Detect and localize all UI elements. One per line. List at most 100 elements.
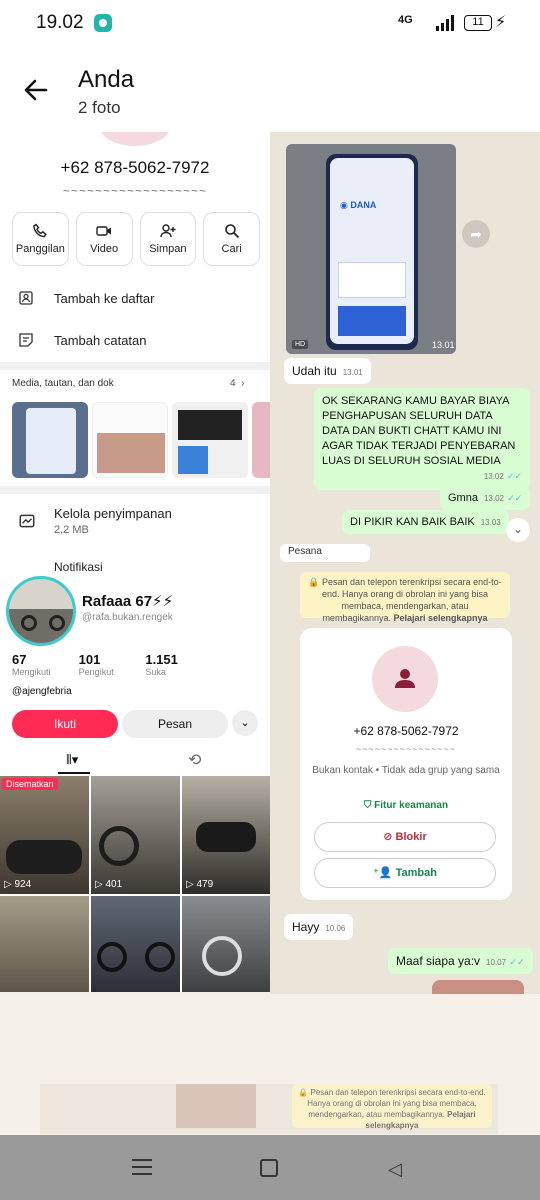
back-arrow-icon[interactable]: [20, 74, 52, 106]
storage-icon: [19, 514, 35, 528]
contact-phone: +62 878-5062-7972: [60, 158, 210, 177]
network-label: 4G: [398, 14, 413, 26]
app-notification-icon: [94, 14, 112, 32]
call-label: Panggilan: [15, 243, 65, 255]
media-thumb[interactable]: [12, 402, 88, 478]
add-person-icon: ⁺👤: [373, 867, 393, 879]
phone-icon: [33, 223, 48, 238]
shield-icon: ⛉: [363, 800, 372, 811]
person-icon: [395, 669, 415, 688]
system-nav-bar: ◁: [0, 1135, 540, 1200]
app-header: Anda 2 foto: [0, 48, 540, 132]
read-ticks-icon: ✓✓: [506, 471, 522, 481]
divider: [0, 486, 270, 494]
contact-name-placeholder: ~~~~~~~~~~~~~~~~~~: [62, 184, 208, 198]
video-tile[interactable]: [182, 896, 270, 992]
chevron-down-icon[interactable]: ⌄: [232, 710, 258, 736]
notifications-label[interactable]: Notifikasi: [54, 560, 103, 572]
repost-tab-icon[interactable]: ⟲: [188, 750, 201, 770]
read-ticks-icon: ✓✓: [509, 957, 525, 967]
message-fragment: Pesana: [280, 544, 370, 562]
view-count: ▷ 479: [186, 879, 214, 890]
media-thumb[interactable]: [252, 402, 270, 478]
read-ticks-icon: ✓✓: [507, 493, 523, 503]
video-tile[interactable]: Disematkan ▷ 924: [0, 776, 89, 894]
home-icon[interactable]: [260, 1159, 278, 1177]
message-out: Gmna 13.02 ✓✓: [440, 486, 531, 510]
follow-button[interactable]: Ikuti: [12, 710, 118, 738]
hd-badge: HD: [292, 340, 309, 349]
recents-icon[interactable]: [132, 1159, 152, 1175]
media-thumb[interactable]: [92, 402, 168, 478]
page-title: Anda: [78, 66, 135, 93]
media-thumb[interactable]: [172, 402, 248, 478]
message-in: Hayy 10.06: [284, 914, 354, 940]
battery-icon: 11: [464, 15, 492, 31]
list-icon: [19, 291, 33, 305]
video-tile[interactable]: ▷ 479: [182, 776, 270, 894]
image-time: 13.01: [432, 340, 455, 350]
chat-panel: ◉ DANA HD 13.01 ➦ Udah itu 13.01 OK SEKAR…: [270, 132, 540, 572]
tiktok-profile: Rafaaa 67⚡⚡ @rafa.bukan.rengek 67 Mengiku…: [0, 572, 270, 992]
divider: [0, 362, 270, 370]
video-tile[interactable]: ▷ 401: [91, 776, 180, 894]
save-label: Simpan: [149, 243, 187, 255]
ghost-encryption: 🔒 Pesan dan telepon terenkripsi secara e…: [292, 1084, 492, 1130]
signal-icon: [436, 15, 456, 31]
scroll-down-icon[interactable]: ⌄: [506, 518, 530, 542]
add-note-row[interactable]: Tambah catatan: [0, 320, 270, 360]
following-stat[interactable]: 67 Mengikuti: [12, 652, 79, 684]
video-label: Video: [90, 243, 119, 255]
profile-handle: @rafa.bukan.rengek: [82, 612, 173, 623]
grid-tab-icon[interactable]: ⦀▾: [66, 752, 78, 768]
charging-icon: ⚡: [495, 14, 507, 31]
manage-storage-label[interactable]: Kelola penyimpanan: [54, 506, 172, 521]
contact-actions: Panggilan Video Simpan Cari: [12, 212, 260, 266]
phone-photo: ◉ DANA: [326, 154, 418, 350]
save-button[interactable]: Simpan: [139, 212, 197, 266]
chat-image[interactable]: ◉ DANA HD 13.01: [286, 144, 456, 354]
view-count: ▷ 924: [4, 879, 32, 890]
followers-stat[interactable]: 101 Pengikut: [79, 652, 146, 684]
search-label: Cari: [221, 243, 242, 255]
contact-info-panel: +62 878-5062-7972 ~~~~~~~~~~~~~~~~~~ Pan…: [0, 132, 270, 572]
search-button[interactable]: Cari: [203, 212, 260, 266]
media-section-title: Media, tautan, dan dok: [12, 378, 114, 389]
media-thumbnails: [12, 402, 270, 478]
page-subtitle: 2 foto: [78, 98, 121, 117]
unknown-contact-card: +62 878-5062-7972 ~~~~~~~~~~~~~~~~ Bukan…: [300, 628, 512, 900]
add-to-list-row[interactable]: Tambah ke daftar: [0, 278, 270, 318]
profile-stats: 67 Mengikuti 101 Pengikut 1.151 Suka: [12, 652, 212, 684]
encryption-notice[interactable]: 🔒 Pesan dan telepon terenkripsi secara e…: [300, 572, 510, 623]
message-out: Maaf siapa ya:v 10.07 ✓✓: [388, 948, 533, 974]
storage-size: 2,2 MB: [54, 524, 89, 536]
media-count[interactable]: 4 ›: [230, 378, 244, 389]
video-button[interactable]: Video: [75, 212, 133, 266]
dana-logo: ◉ DANA: [340, 200, 377, 210]
contact-avatar: [372, 646, 438, 712]
message-button[interactable]: Pesan: [122, 710, 228, 738]
security-link[interactable]: ⛉ Fitur keamanan: [300, 800, 512, 811]
block-button[interactable]: ⊘ Blokir: [314, 822, 496, 852]
message-out: OK SEKARANG KAMU BAYAR BIAYA PENGHAPUSAN…: [314, 388, 530, 490]
search-icon: [224, 224, 239, 239]
note-icon: [19, 333, 33, 347]
add-note-label: Tambah catatan: [54, 332, 147, 348]
block-icon: ⊘: [383, 831, 393, 843]
ghost-preview: 🔒 Pesan dan telepon terenkripsi secara e…: [40, 1084, 498, 1134]
video-tile[interactable]: [91, 896, 180, 992]
profile-avatar[interactable]: [6, 576, 76, 646]
contact-avatar: [100, 132, 170, 146]
status-bar: 19.02 4G 11 ⚡: [0, 0, 540, 48]
add-contact-button[interactable]: ⁺👤 Tambah: [314, 858, 496, 888]
photo-fragment: [432, 980, 524, 994]
profile-name: Rafaaa 67⚡⚡: [82, 593, 174, 610]
message-in: Udah itu 13.01: [284, 358, 371, 384]
video-tile[interactable]: [0, 896, 89, 992]
photo-collage: +62 878-5062-7972 ~~~~~~~~~~~~~~~~~~ Pan…: [0, 132, 540, 1135]
call-button[interactable]: Panggilan: [12, 212, 69, 266]
back-icon[interactable]: ◁: [388, 1159, 402, 1180]
bio-mention[interactable]: @ajengfebria: [12, 686, 72, 697]
forward-icon[interactable]: ➦: [462, 220, 490, 248]
card-info-text: Bukan kontak • Tidak ada grup yang sama: [312, 765, 500, 776]
